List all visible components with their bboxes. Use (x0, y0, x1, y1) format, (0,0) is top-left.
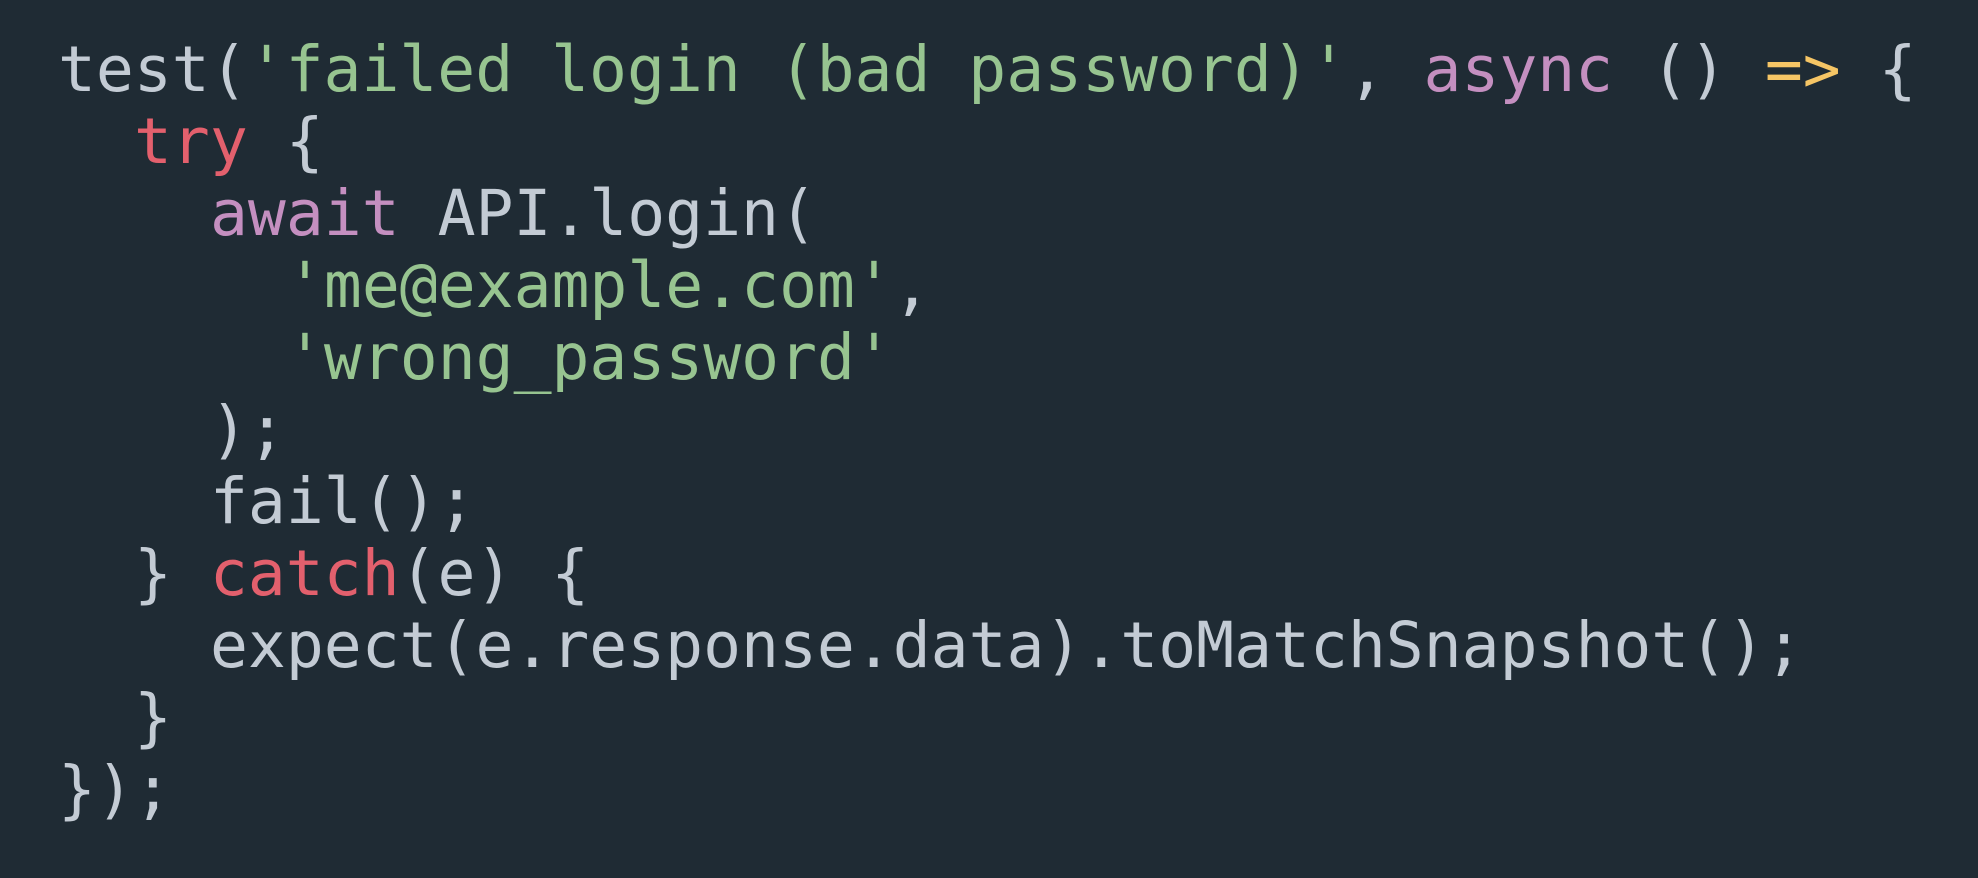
code-line-5: 'wrong_password' (58, 322, 1978, 394)
token-method-call: API.login( (399, 177, 817, 250)
token-brace: { (1840, 33, 1917, 106)
token-keyword-async: async (1423, 33, 1614, 106)
code-line-11: }); (58, 754, 1978, 826)
token-brace: } (134, 681, 172, 754)
code-line-3: await API.login( (58, 178, 1978, 250)
token-punctuation: }); (58, 753, 172, 826)
code-line-1: test('failed login (bad password)', asyn… (58, 34, 1978, 106)
token-string: 'wrong_password' (286, 321, 893, 394)
token-string: 'failed login (bad password)' (247, 33, 1348, 106)
code-line-2: try { (58, 106, 1978, 178)
token-expression: expect(e.response.data).toMatchSnapshot(… (210, 609, 1804, 682)
token-brace: { (247, 105, 324, 178)
token-keyword-await: await (210, 177, 400, 250)
token-parens: () (1613, 33, 1765, 106)
code-line-6: ); (58, 394, 1978, 466)
code-editor: test('failed login (bad password)', asyn… (0, 0, 1978, 878)
token-string: 'me@example.com' (286, 249, 893, 322)
code-line-7: fail(); (58, 466, 1978, 538)
token-punctuation: , (1347, 33, 1424, 106)
token-function-call: fail(); (210, 465, 476, 538)
token-arrow: => (1764, 33, 1841, 106)
token-catch-param: (e) { (399, 537, 590, 610)
token-keyword-catch: catch (209, 537, 400, 610)
token-function-call: test( (58, 33, 248, 106)
code-line-10: } (58, 682, 1978, 754)
token-punctuation: ); (210, 393, 286, 466)
token-brace: } (134, 537, 210, 610)
code-line-8: } catch(e) { (58, 538, 1978, 610)
code-line-4: 'me@example.com', (58, 250, 1978, 322)
token-punctuation: , (892, 249, 931, 322)
token-keyword-try: try (134, 105, 248, 178)
code-line-9: expect(e.response.data).toMatchSnapshot(… (58, 610, 1978, 682)
